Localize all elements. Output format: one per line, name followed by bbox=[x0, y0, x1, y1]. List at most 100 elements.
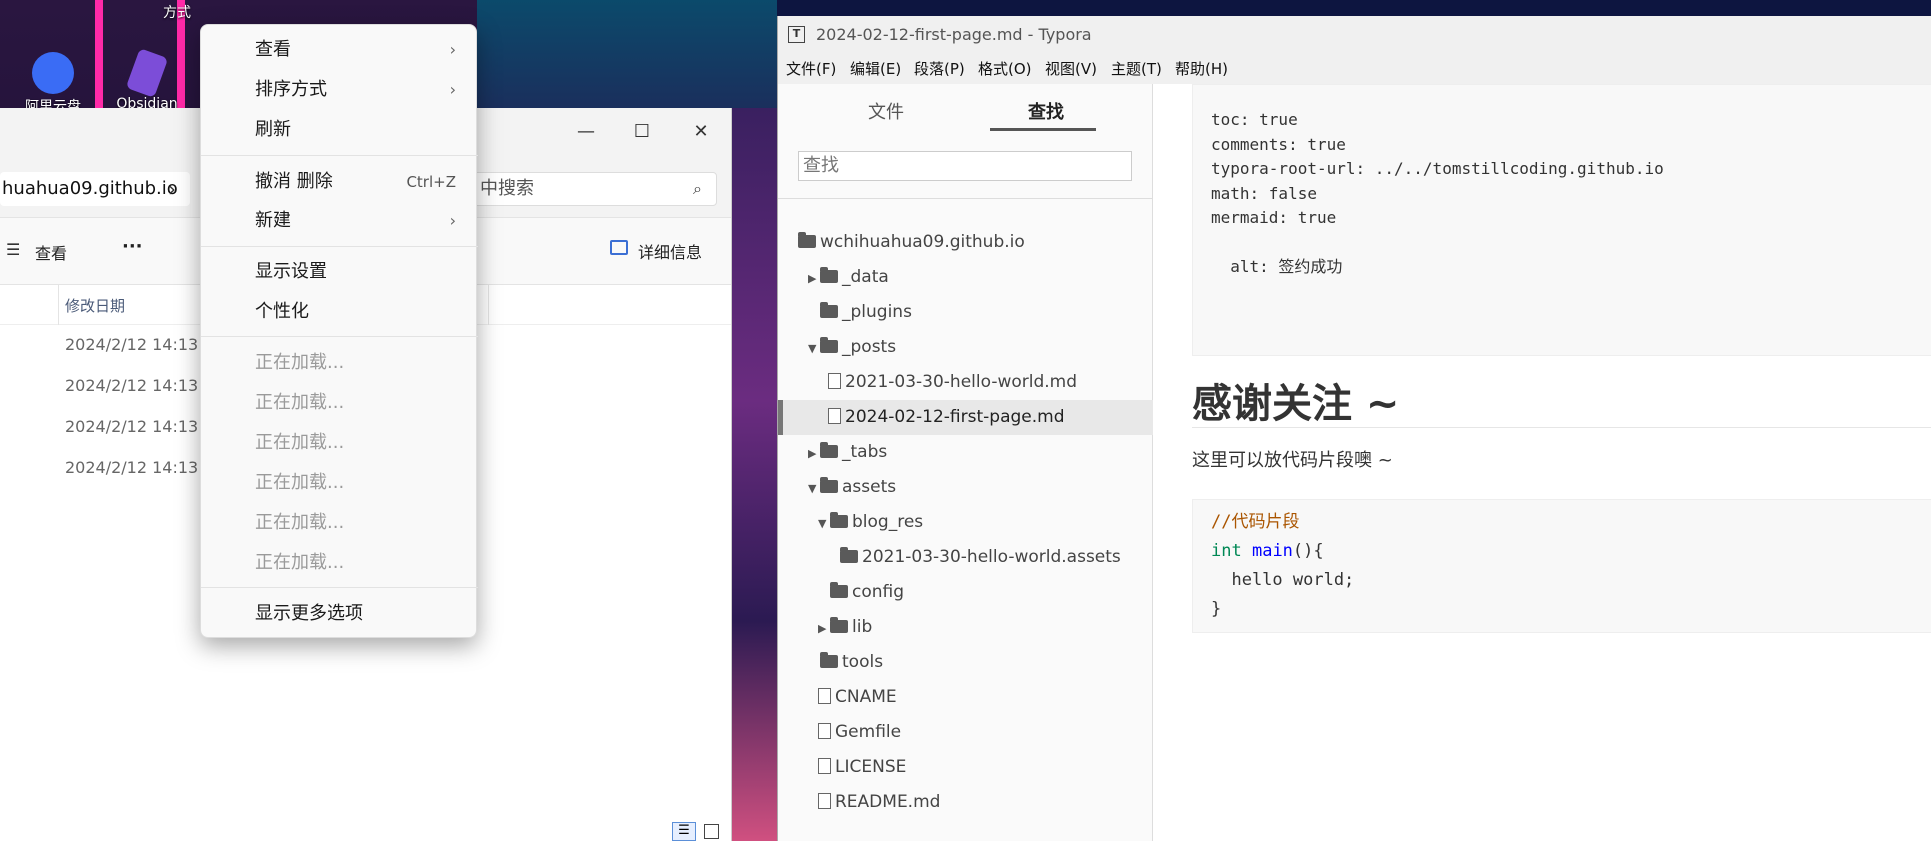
file-icon bbox=[818, 793, 831, 809]
details-view-toggle-icon[interactable]: ☰ bbox=[672, 822, 696, 841]
chevron-right-icon: › bbox=[449, 40, 456, 59]
view-menu-button[interactable]: 查看 bbox=[35, 240, 67, 264]
folder-icon bbox=[830, 617, 848, 633]
menu-item-new[interactable]: 新建 › bbox=[201, 201, 478, 241]
tree-item-root[interactable]: wchihuahua09.github.io bbox=[798, 225, 1025, 260]
sidebar: 文件 查找 查找 wchihuahua09.github.io ▶ _data _… bbox=[778, 84, 1153, 841]
more-options-button[interactable]: ··· bbox=[122, 236, 143, 257]
menu-file[interactable]: 文件(F) bbox=[786, 54, 836, 84]
sidebar-search-input[interactable]: 查找 bbox=[798, 151, 1132, 181]
code-comment: //代码片段 bbox=[1211, 512, 1300, 532]
tree-item-folder[interactable]: 2021-03-30-hello-world.assets bbox=[840, 540, 1121, 575]
tree-item-folder[interactable]: tools bbox=[820, 645, 883, 680]
editor-pane[interactable]: toc: true comments: true typora-root-url… bbox=[1153, 84, 1931, 841]
chevron-down-icon: ▼ bbox=[808, 482, 817, 495]
tree-item-folder[interactable]: config bbox=[830, 575, 904, 610]
heading: 感谢关注 ~ bbox=[1192, 381, 1400, 427]
chevron-right-icon: ▶ bbox=[808, 447, 817, 460]
search-icon: ⌕ bbox=[693, 179, 702, 198]
city-strip bbox=[732, 108, 777, 841]
desktop-icon-obsidian[interactable]: Obsidian bbox=[112, 48, 182, 112]
file-icon bbox=[818, 758, 831, 774]
tree-item-file[interactable]: Gemfile bbox=[818, 715, 901, 750]
menu-item-loading: 正在加载... bbox=[255, 392, 345, 413]
search-input[interactable]: 中搜索 ⌕ bbox=[465, 172, 717, 206]
tab-search[interactable]: 查找 bbox=[1028, 98, 1064, 124]
menu-help[interactable]: 帮助(H) bbox=[1175, 54, 1228, 84]
tree-item-file-selected[interactable]: 2024-02-12-first-page.md bbox=[828, 400, 1065, 435]
obsidian-icon bbox=[125, 48, 169, 98]
tree-item-file[interactable]: CNAME bbox=[818, 680, 897, 715]
menu-item-loading: 正在加载... bbox=[255, 512, 345, 533]
desktop-icon-partial-label: 方式 bbox=[163, 5, 191, 21]
code-line: hello world; bbox=[1211, 570, 1355, 590]
breadcrumb[interactable]: huahua09.github.io bbox=[0, 172, 190, 206]
details-pane-icon bbox=[610, 240, 628, 255]
code-text: (){ bbox=[1292, 541, 1324, 561]
menu-format[interactable]: 格式(O) bbox=[978, 54, 1032, 84]
paragraph: 这里可以放代码片段噢 ~ bbox=[1192, 450, 1393, 471]
tree-item-folder[interactable]: ▶ _tabs bbox=[808, 435, 887, 470]
typora-window: T 2024-02-12-first-page.md - Typora 文件(F… bbox=[777, 16, 1931, 841]
menu-item-loading: 正在加载... bbox=[255, 352, 345, 373]
tree-item-folder[interactable]: ▶ _data bbox=[808, 260, 889, 295]
chevron-right-icon: › bbox=[449, 80, 456, 99]
typora-titlebar: T 2024-02-12-first-page.md - Typora bbox=[778, 16, 1931, 54]
chevron-down-icon: ▼ bbox=[808, 342, 817, 355]
heading-underline bbox=[1192, 427, 1931, 428]
tree-item-file[interactable]: 2021-03-30-hello-world.md bbox=[828, 365, 1077, 400]
code-line: toc: true bbox=[1211, 110, 1298, 129]
menu-item-show-more[interactable]: 显示更多选项 bbox=[201, 594, 478, 634]
city-building bbox=[477, 0, 777, 120]
file-icon bbox=[828, 408, 841, 424]
details-button[interactable]: 详细信息 bbox=[638, 239, 702, 263]
menu-divider bbox=[201, 246, 478, 247]
code-line: mermaid: true bbox=[1211, 208, 1337, 227]
folder-icon bbox=[820, 337, 838, 353]
code-line: math: false bbox=[1211, 183, 1317, 203]
tree-item-file[interactable]: README.md bbox=[818, 785, 940, 820]
tree-item-folder[interactable]: ▼ assets bbox=[808, 470, 896, 505]
folder-icon bbox=[820, 652, 838, 668]
menu-divider bbox=[201, 155, 478, 156]
code-keyword: int bbox=[1211, 541, 1242, 561]
tree-item-folder[interactable]: ▶ lib bbox=[818, 610, 872, 645]
menu-item-view[interactable]: 查看 › bbox=[201, 30, 478, 70]
folder-icon bbox=[820, 477, 838, 493]
aliyun-icon bbox=[32, 52, 74, 94]
tree-item-folder[interactable]: ▼ _posts bbox=[808, 330, 896, 365]
menu-item-sort[interactable]: 排序方式 › bbox=[201, 70, 478, 110]
chevron-right-icon: ▶ bbox=[808, 272, 817, 285]
window-title: 2024-02-12-first-page.md - Typora bbox=[816, 25, 1092, 44]
column-divider bbox=[58, 285, 59, 325]
desktop-context-menu: 查看 › 排序方式 › 刷新 撤消 删除 Ctrl+Z 新建 › 显示设置 个性化 正在… bbox=[200, 24, 478, 638]
folder-icon bbox=[820, 267, 838, 283]
code-block[interactable]: //代码片段 int main(){ hello world; } bbox=[1192, 499, 1931, 633]
tiles-view-toggle-icon[interactable] bbox=[704, 824, 719, 839]
chevron-right-icon[interactable]: › bbox=[168, 172, 176, 206]
menu-view[interactable]: 视图(V) bbox=[1045, 54, 1097, 84]
menu-theme[interactable]: 主题(T) bbox=[1111, 54, 1162, 84]
front-matter-block[interactable]: toc: true comments: true typora-root-url… bbox=[1192, 84, 1931, 356]
tab-files[interactable]: 文件 bbox=[868, 98, 904, 124]
menu-paragraph[interactable]: 段落(P) bbox=[914, 54, 965, 84]
close-button[interactable]: ✕ bbox=[681, 118, 721, 146]
maximize-button[interactable]: ☐ bbox=[622, 118, 662, 146]
menu-item-refresh[interactable]: 刷新 bbox=[201, 110, 478, 150]
menu-edit[interactable]: 编辑(E) bbox=[850, 54, 901, 84]
typora-logo-icon: T bbox=[788, 26, 805, 43]
tree-item-folder[interactable]: _plugins bbox=[820, 295, 912, 330]
folder-icon bbox=[840, 547, 858, 563]
menu-item-display-settings[interactable]: 显示设置 bbox=[201, 252, 478, 292]
file-icon bbox=[818, 688, 831, 704]
tree-item-folder[interactable]: ▼ blog_res bbox=[818, 505, 923, 540]
code-line: comments: true bbox=[1211, 134, 1346, 154]
tree-item-file[interactable]: LICENSE bbox=[818, 750, 906, 785]
menu-divider bbox=[201, 336, 478, 337]
minimize-button[interactable]: — bbox=[566, 118, 606, 146]
menu-item-undo-delete[interactable]: 撤消 删除 Ctrl+Z bbox=[201, 162, 478, 202]
desktop-icon-aliyun[interactable]: 阿里云盘 bbox=[18, 52, 88, 116]
col-modified-date[interactable]: 修改日期 bbox=[65, 295, 125, 316]
menu-item-personalize[interactable]: 个性化 bbox=[201, 292, 478, 332]
